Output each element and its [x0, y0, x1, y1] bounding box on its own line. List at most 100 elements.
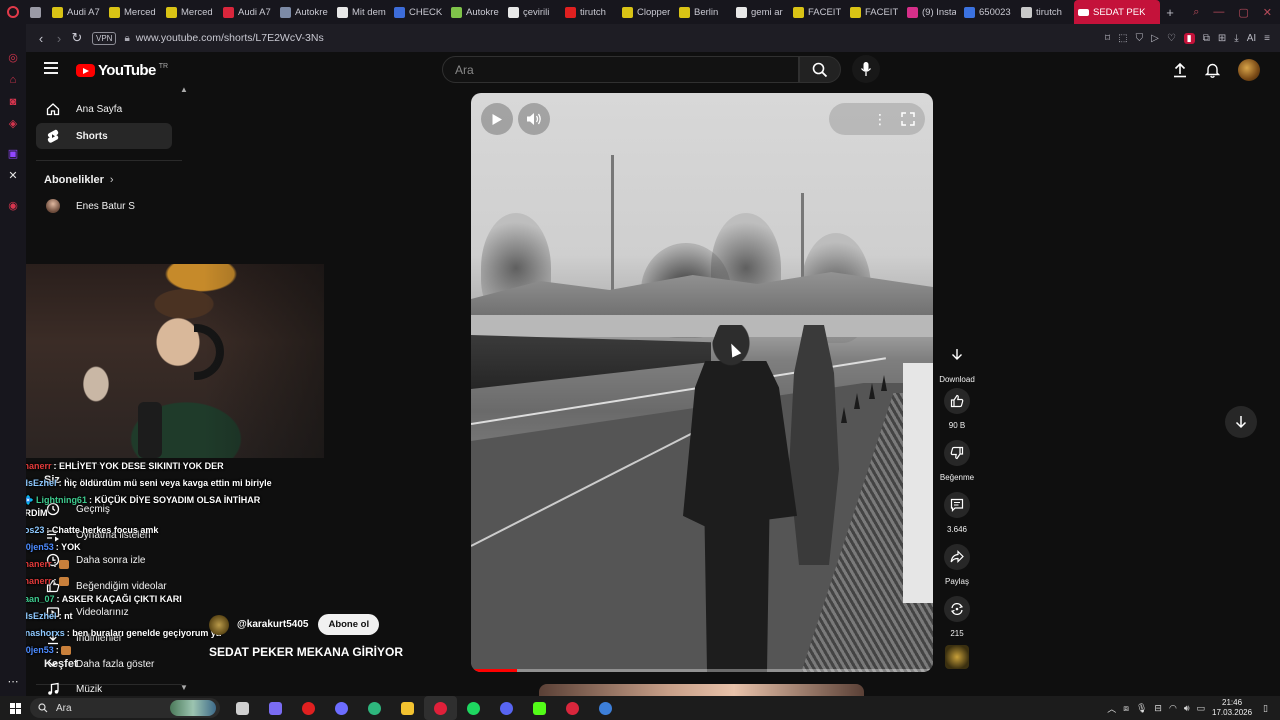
- play-button[interactable]: [481, 103, 513, 135]
- play-icon[interactable]: ▷: [1151, 33, 1159, 44]
- opera-logo-icon[interactable]: [0, 0, 26, 24]
- messenger-icon[interactable]: ◈: [7, 118, 19, 130]
- browser-tab[interactable]: Audi A7: [48, 0, 105, 24]
- extensions-icon[interactable]: ⧉: [1203, 33, 1210, 44]
- next-short-preview[interactable]: [539, 684, 864, 696]
- chat-username[interactable]: alpkaan_07: [26, 594, 55, 604]
- share-action[interactable]: Paylaş: [938, 544, 976, 586]
- chat-username[interactable]: yamanerr: [26, 461, 51, 471]
- search-tabs-icon[interactable]: ⌕: [1193, 6, 1199, 19]
- back-button[interactable]: ‹: [32, 24, 50, 52]
- snapshot-icon[interactable]: ⬚: [1118, 33, 1127, 44]
- taskbar-app-kick[interactable]: [523, 696, 556, 720]
- chat-username[interactable]: nashorxs: [26, 628, 65, 638]
- player-icon[interactable]: ◉: [7, 200, 19, 212]
- video-progress-bar[interactable]: [471, 669, 933, 672]
- heart-icon[interactable]: ♡: [1167, 33, 1176, 44]
- ai-icon[interactable]: ◎: [7, 52, 19, 64]
- volume-button[interactable]: [518, 103, 550, 135]
- browser-tab[interactable]: [26, 0, 48, 24]
- chevron-up-icon[interactable]: ︿: [1107, 702, 1116, 715]
- more-options-icon[interactable]: ⋮: [873, 112, 887, 126]
- browser-tab[interactable]: tirutch: [1017, 0, 1074, 24]
- taskbar-app-youtube-music[interactable]: [292, 696, 325, 720]
- close-button[interactable]: ✕: [1263, 6, 1272, 19]
- subscribe-button[interactable]: Abone ol: [318, 614, 380, 635]
- remix-icon[interactable]: [944, 596, 970, 622]
- x-icon[interactable]: ✕: [7, 170, 19, 182]
- fullscreen-icon[interactable]: [901, 112, 915, 126]
- taskbar-app-copilot[interactable]: [259, 696, 292, 720]
- wallet-icon[interactable]: ⊞: [1218, 33, 1226, 44]
- microphone-icon[interactable]: 🎙︎: [1136, 703, 1147, 714]
- chat-username[interactable]: AidsEzhel: [26, 611, 57, 621]
- taskbar-app-file-explorer[interactable]: [391, 696, 424, 720]
- sidebar-item-home[interactable]: Ana Sayfa: [36, 96, 172, 122]
- thumbs-up-icon[interactable]: [944, 388, 970, 414]
- search-box[interactable]: [442, 56, 799, 83]
- browser-tab[interactable]: Clopper: [618, 0, 675, 24]
- account-avatar[interactable]: [1238, 59, 1260, 81]
- gaming-icon[interactable]: ⌂: [7, 74, 19, 86]
- chat-username[interactable]: yamanerr: [26, 559, 51, 569]
- aria-ai-icon[interactable]: AI: [1247, 33, 1256, 44]
- thumbs-down-icon[interactable]: [944, 440, 970, 466]
- comments-action[interactable]: 3.646: [938, 492, 976, 534]
- dislike-action[interactable]: Beğenme: [938, 440, 976, 482]
- browser-tab[interactable]: Audi A7: [219, 0, 276, 24]
- bookmark-icon[interactable]: ⌑: [1105, 33, 1110, 44]
- browser-tab[interactable]: çevirili: [504, 0, 561, 24]
- more-icon[interactable]: ⋯: [7, 676, 19, 688]
- chat-username[interactable]: Tr0jen53: [26, 645, 54, 655]
- browser-tab[interactable]: 650023: [960, 0, 1017, 24]
- menu-icon[interactable]: ≡: [1264, 33, 1270, 44]
- browser-tab[interactable]: gemi ar: [732, 0, 789, 24]
- channel-name[interactable]: @karakurt5405: [237, 619, 308, 630]
- notifications-icon[interactable]: ▯: [1263, 703, 1268, 714]
- taskbar-app-edge[interactable]: [358, 696, 391, 720]
- device-icon[interactable]: ⧈: [1123, 703, 1129, 714]
- sidebar-item-shorts[interactable]: Shorts: [36, 123, 172, 149]
- chat-username[interactable]: Tr0jen53: [26, 542, 54, 552]
- notifications-button[interactable]: [1202, 60, 1222, 80]
- minimize-button[interactable]: —: [1213, 6, 1224, 18]
- battery-icon[interactable]: ▭: [1196, 703, 1205, 714]
- volume-icon[interactable]: 🔊︎: [1184, 703, 1190, 714]
- browser-tab[interactable]: tirutch: [561, 0, 618, 24]
- chat-username[interactable]: Lightning61: [36, 495, 87, 505]
- browser-tab[interactable]: FACEIT: [789, 0, 846, 24]
- wifi-icon[interactable]: ◠: [1169, 703, 1177, 714]
- remix-action[interactable]: 215: [938, 596, 976, 638]
- new-tab-button[interactable]: +: [1160, 0, 1180, 24]
- sidebar-scroll-down[interactable]: ▼: [180, 683, 188, 692]
- channel-avatar[interactable]: [209, 614, 229, 635]
- instagram-icon[interactable]: ◙: [7, 96, 19, 108]
- next-short-button[interactable]: [1225, 406, 1257, 438]
- download-action[interactable]: Download: [938, 342, 976, 384]
- video-title[interactable]: SEDAT PEKER MEKANA GİRİYOR: [209, 645, 403, 659]
- taskbar-app-steam[interactable]: [589, 696, 622, 720]
- twitch-icon[interactable]: ▣: [7, 148, 19, 160]
- url-field[interactable]: www.youtube.com/shorts/L7E2WcV-3Ns: [136, 32, 324, 44]
- lock-icon[interactable]: 🔒︎: [124, 33, 129, 44]
- reload-button[interactable]: ↻: [68, 24, 86, 52]
- audio-track-thumbnail[interactable]: [945, 645, 969, 669]
- browser-tab[interactable]: Merced: [105, 0, 162, 24]
- voice-search-button[interactable]: [852, 55, 880, 83]
- browser-tab[interactable]: Autokre: [276, 0, 333, 24]
- menu-icon[interactable]: [44, 62, 58, 74]
- shorts-player[interactable]: ⋮: [471, 93, 933, 672]
- browser-tab[interactable]: CHECK: [390, 0, 447, 24]
- browser-tab[interactable]: Autokre: [447, 0, 504, 24]
- chat-username[interactable]: yamanerr: [26, 576, 51, 586]
- taskbar-app-discord[interactable]: [490, 696, 523, 720]
- taskbar-app-app-red[interactable]: [556, 696, 589, 720]
- download-icon[interactable]: [944, 342, 970, 368]
- taskbar-app-task-view[interactable]: [226, 696, 259, 720]
- search-input[interactable]: [443, 57, 798, 82]
- chat-username[interactable]: KriYos23: [26, 525, 44, 535]
- share-icon[interactable]: [944, 544, 970, 570]
- browser-tab[interactable]: Merced: [162, 0, 219, 24]
- sidebar-item-subscription[interactable]: Enes Batur S: [36, 193, 172, 219]
- taskbar-app-app-dots[interactable]: [325, 696, 358, 720]
